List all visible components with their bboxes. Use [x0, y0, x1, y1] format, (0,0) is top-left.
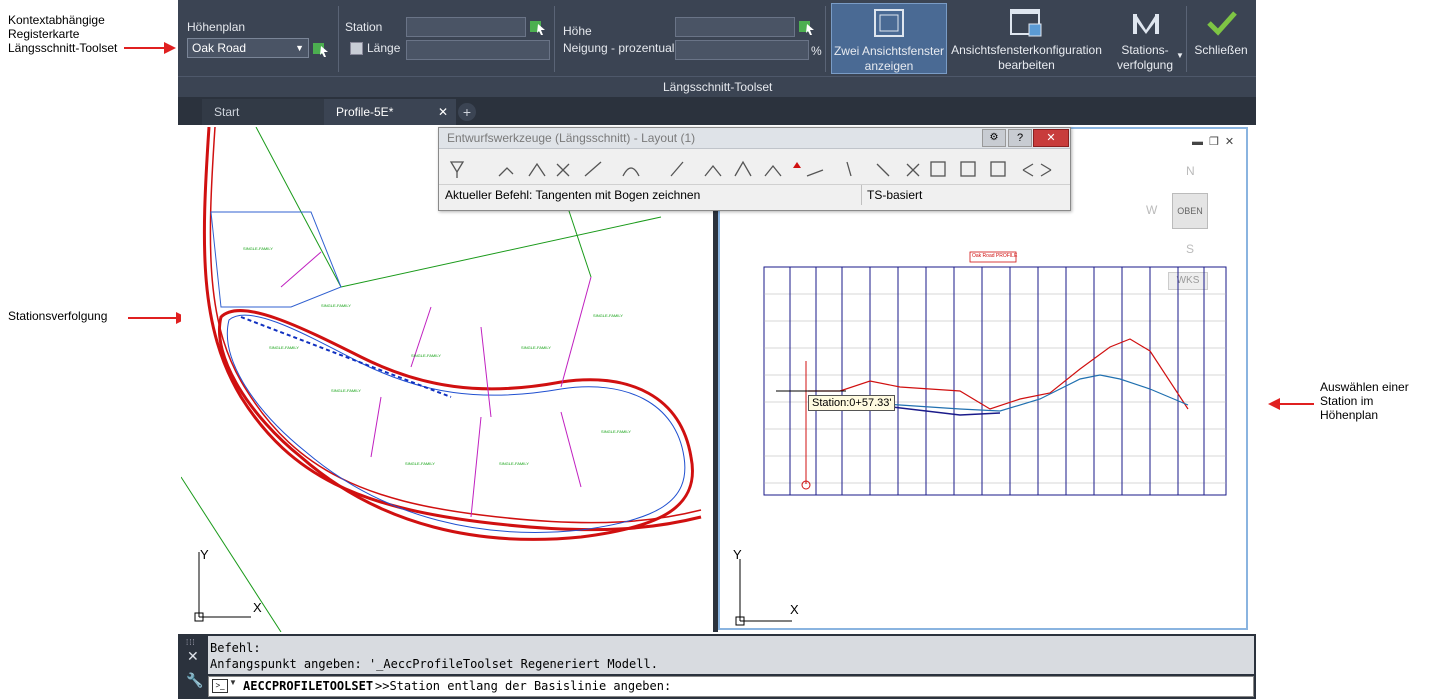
svg-text:SINGLE-FAMILY: SINGLE-FAMILY	[269, 345, 299, 350]
tab-profile-label: Profile-5E*	[336, 105, 394, 119]
annotation-select-station: Auswählen einer Station im Höhenplan	[1320, 380, 1409, 422]
wrench-icon[interactable]: 🔧	[186, 672, 203, 689]
checkmark-icon	[1207, 11, 1237, 36]
command-line: ⁞⁞⁞ ✕ 🔧 Befehl: Anfangspunkt angeben: '_…	[178, 634, 1256, 699]
ribbon-separator	[825, 6, 826, 72]
grip-handle[interactable]: ⁞⁞⁞	[186, 638, 196, 647]
ribbon: Höhenplan Oak Road ▼ Station Länge Höhe …	[178, 0, 1256, 98]
close-label: Schließen	[1194, 43, 1248, 57]
close-button[interactable]: Schließen	[1190, 3, 1252, 72]
settings-icon[interactable]: ⚙	[982, 129, 1006, 147]
profile-view-label: Höhenplan	[187, 20, 246, 34]
ribbon-separator	[338, 6, 339, 72]
svg-text:SINGLE-FAMILY: SINGLE-FAMILY	[405, 461, 435, 466]
current-command: Aktueller Befehl: Tangenten mit Bogen ze…	[445, 188, 701, 202]
annotation-arrow-context	[124, 42, 176, 54]
elevation-label: Höhe	[563, 24, 592, 38]
edit-viewport-config-button[interactable]: Ansichtsfensterkonfiguration bearbeiten	[949, 3, 1104, 72]
svg-text:SINGLE-FAMILY: SINGLE-FAMILY	[499, 461, 529, 466]
profile-title: Oak Road PROFILE	[972, 253, 1018, 259]
percent-sign: %	[811, 44, 822, 58]
svg-text:SINGLE-FAMILY: SINGLE-FAMILY	[321, 303, 351, 308]
chevron-down-icon: ▼	[1176, 51, 1184, 60]
close-icon[interactable]: ✕	[1033, 129, 1069, 147]
annotation-context-tab: Kontextabhängige Registerkarte Längsschn…	[8, 13, 118, 55]
ribbon-separator	[554, 6, 555, 72]
command-input[interactable]: >_ ▼ AECCPROFILETOOLSET >>Station entlan…	[208, 676, 1254, 697]
add-tab-icon[interactable]: +	[458, 103, 476, 121]
command-prompt: >>Station entlang der Basislinie angeben…	[375, 679, 672, 693]
profile-layout-tools-palette: Entwurfswerkzeuge (Längsschnitt) - Layou…	[438, 127, 1071, 211]
svg-text:SINGLE-FAMILY: SINGLE-FAMILY	[601, 429, 631, 434]
length-checkbox[interactable]	[350, 42, 363, 55]
profile-view-value: Oak Road	[192, 41, 247, 55]
palette-toolbar	[449, 160, 1052, 178]
close-icon[interactable]: ✕	[187, 648, 199, 665]
station-tracking-label: Stations-verfolgung	[1116, 43, 1174, 72]
terminal-icon[interactable]: >_	[212, 679, 228, 693]
grade-label: Neigung - prozentual	[563, 41, 675, 55]
tab-start-label: Start	[214, 105, 240, 119]
svg-text:SINGLE-FAMILY: SINGLE-FAMILY	[521, 345, 551, 350]
chevron-down-icon[interactable]: ▼	[229, 678, 237, 687]
pick-elevation-icon[interactable]	[798, 16, 816, 36]
palette-mode: TS-basiert	[867, 188, 923, 202]
length-input[interactable]	[406, 40, 550, 60]
station-tracking-icon	[1133, 14, 1159, 34]
ribbon-separator	[1186, 6, 1187, 72]
document-tab-bar: Start Profile-5E* ✕ +	[178, 97, 1256, 125]
plan-axis-x: X	[253, 600, 262, 615]
annotation-arrow-tracking	[128, 312, 188, 324]
annotation-station-tracking: Stationsverfolgung	[8, 309, 108, 323]
two-viewports-label: Zwei Ansichtsfenster anzeigen	[833, 44, 945, 73]
svg-text:SINGLE-FAMILY: SINGLE-FAMILY	[411, 353, 441, 358]
tab-start[interactable]: Start	[202, 99, 324, 125]
viewport-config-icon	[1010, 9, 1042, 37]
help-icon[interactable]: ?	[1008, 129, 1032, 147]
length-label: Länge	[367, 41, 401, 55]
ribbon-panel-title: Längsschnitt-Toolset	[663, 80, 773, 94]
command-history-line-1: Befehl:	[210, 641, 261, 655]
palette-title-bar[interactable]: Entwurfswerkzeuge (Längsschnitt) - Layou…	[439, 128, 1070, 149]
two-viewports-icon	[874, 9, 904, 37]
edit-viewport-config-label: Ansichtsfensterkonfiguration bearbeiten	[951, 43, 1102, 72]
svg-text:SINGLE-FAMILY: SINGLE-FAMILY	[243, 246, 273, 251]
ucs-icon	[735, 559, 792, 626]
station-tracking-button[interactable]: Stations-verfolgung ▼	[1112, 3, 1184, 72]
svg-text:SINGLE-FAMILY: SINGLE-FAMILY	[593, 313, 623, 318]
command-name: AECCPROFILETOOLSET	[243, 679, 374, 693]
profile-view-combo[interactable]: Oak Road ▼	[187, 38, 309, 58]
palette-title: Entwurfswerkzeuge (Längsschnitt) - Layou…	[447, 131, 696, 145]
svg-text:SINGLE-FAMILY: SINGLE-FAMILY	[331, 388, 361, 393]
ribbon-panel-divider	[178, 76, 1256, 77]
pick-profile-icon[interactable]	[312, 38, 330, 58]
elevation-input[interactable]	[675, 17, 795, 37]
command-history-line-2: Anfangspunkt angeben: '_AeccProfileTools…	[210, 657, 658, 671]
profile-axis-y: Y	[733, 547, 742, 562]
profile-axis-x: X	[790, 602, 799, 617]
tab-profile[interactable]: Profile-5E* ✕	[324, 99, 456, 125]
pick-station-icon[interactable]	[529, 16, 547, 36]
close-icon[interactable]: ✕	[438, 99, 448, 125]
station-input[interactable]	[406, 17, 526, 37]
annotation-arrow-select	[1268, 398, 1314, 410]
station-tooltip: Station:0+57.33'	[808, 395, 896, 411]
two-viewports-button[interactable]: Zwei Ansichtsfenster anzeigen	[831, 3, 947, 74]
grade-input[interactable]	[675, 40, 809, 60]
chevron-down-icon: ▼	[295, 43, 304, 53]
station-label: Station	[345, 20, 383, 34]
plan-axis-y: Y	[200, 547, 209, 562]
